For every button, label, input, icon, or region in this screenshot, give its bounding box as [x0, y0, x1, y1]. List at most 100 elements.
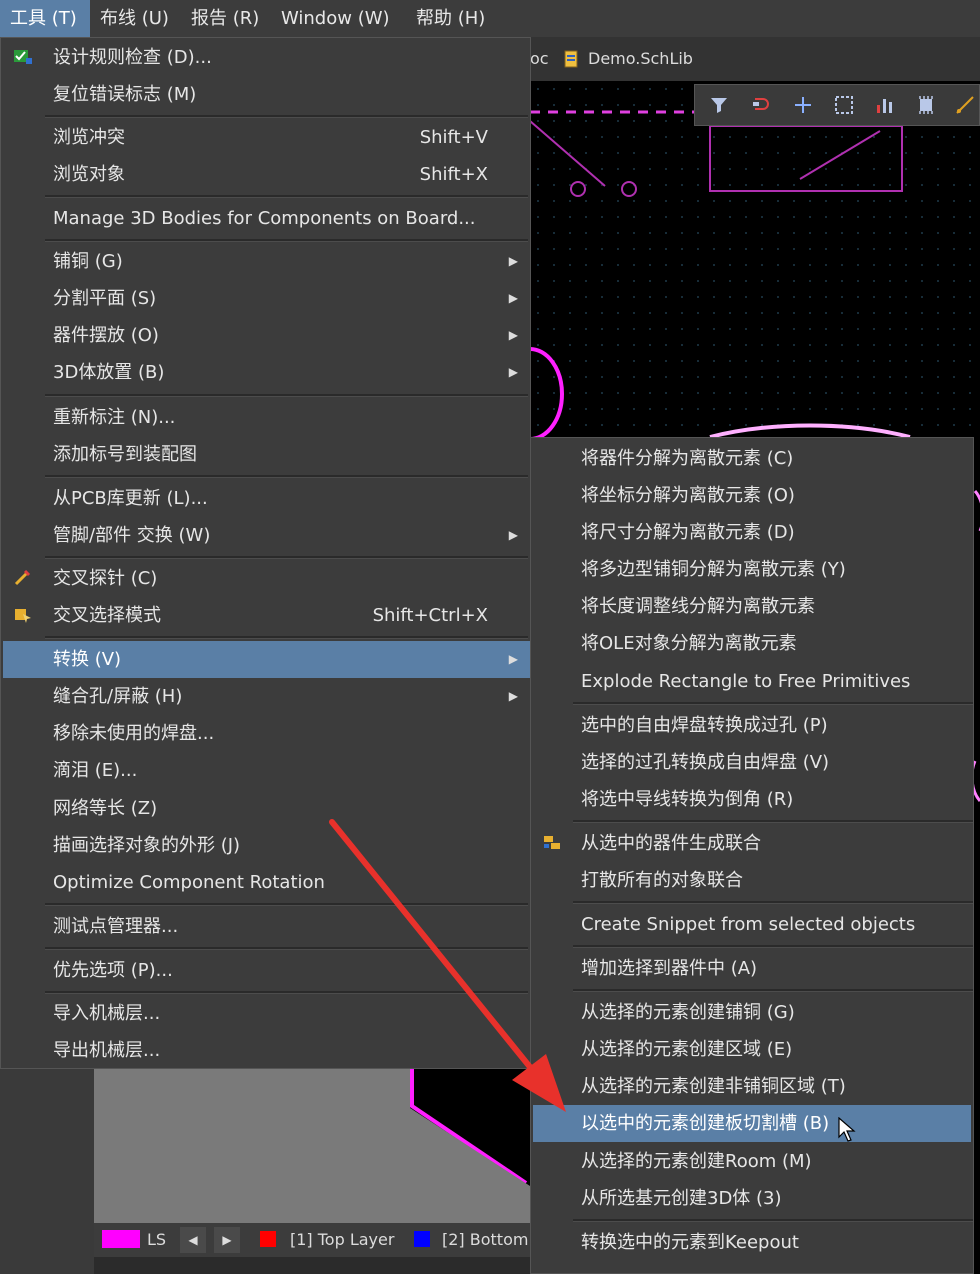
submenu-arrow-icon: ▶: [508, 365, 518, 379]
menu-item-label: 缝合孔/屏蔽 (H): [53, 686, 183, 707]
left-panel: [0, 1068, 94, 1274]
menu-item-label: 设计规则检查 (D)...: [53, 47, 212, 68]
submenu-item-create-region[interactable]: 从选择的元素创建区域 (E): [533, 1031, 971, 1068]
menu-item-pin-part-swapping[interactable]: 管脚/部件 交换 (W) ▶: [3, 517, 530, 554]
submenu-item-create-room[interactable]: 从选择的元素创建Room (M): [533, 1143, 971, 1180]
chart-icon[interactable]: [873, 93, 897, 117]
submenu-item-track-to-chamfer[interactable]: 将选中导线转换为倒角 (R): [533, 781, 971, 818]
menu-item-label: 管脚/部件 交换 (W): [53, 525, 211, 546]
menu-help[interactable]: 帮助 (H): [406, 0, 495, 37]
layer-tab-top[interactable]: [1] Top Layer: [290, 1223, 394, 1257]
submenu-arrow-icon: ▶: [508, 652, 518, 666]
submenu-item-label: 将选中导线转换为倒角 (R): [581, 789, 794, 810]
submenu-item-explode-dimension[interactable]: 将尺寸分解为离散元素 (D): [533, 514, 971, 551]
menu-item-label: 移除未使用的焊盘...: [53, 723, 215, 744]
menu-item-equalize-net-lengths[interactable]: 网络等长 (Z): [3, 790, 530, 827]
submenu-item-label: 选中的自由焊盘转换成过孔 (P): [581, 715, 828, 736]
doc-tab-partial[interactable]: oc: [530, 49, 549, 68]
menu-item-update-from-pcb-library[interactable]: 从PCB库更新 (L)...: [3, 480, 530, 517]
menu-item-label: 器件摆放 (O): [53, 325, 159, 346]
menu-item-label: 网络等长 (Z): [53, 798, 158, 819]
submenu-item-label: 从选中的器件生成联合: [581, 833, 761, 854]
menu-item-label: 浏览对象: [53, 164, 125, 185]
submenu-item-create-polygon-cutout[interactable]: 从选择的元素创建非铺铜区域 (T): [533, 1068, 971, 1105]
menu-route[interactable]: 布线 (U): [90, 0, 179, 37]
component-icon[interactable]: [914, 93, 938, 117]
submenu-item-add-to-component[interactable]: 增加选择到器件中 (A): [533, 950, 971, 987]
submenu-item-label: 转换选中的元素到Keepout: [581, 1232, 799, 1253]
menu-item-label: 重新标注 (N)...: [53, 407, 176, 428]
submenu-item-explode-coordinate[interactable]: 将坐标分解为离散元素 (O): [533, 477, 971, 514]
top-layer-color-swatch: [260, 1231, 276, 1247]
submenu-item-convert-to-keepout[interactable]: 转换选中的元素到Keepout: [533, 1224, 971, 1261]
submenu-separator: [573, 702, 973, 705]
menu-item-label: 优先选项 (P)...: [53, 960, 173, 981]
menu-item-import-mechanical-layers[interactable]: 导入机械层...: [3, 995, 530, 1032]
menu-item-label: 滴泪 (E)...: [53, 760, 138, 781]
menu-item-add-designators[interactable]: 添加标号到装配图: [3, 436, 530, 473]
menu-item-outline-selected-objects[interactable]: 描画选择对象的外形 (J): [3, 827, 530, 864]
doc-tab-schlib[interactable]: Demo.SchLib: [588, 49, 693, 68]
menu-item-preferences[interactable]: 优先选项 (P)...: [3, 952, 530, 989]
menu-reports[interactable]: 报告 (R): [181, 0, 269, 37]
menu-item-drc[interactable]: 设计规则检查 (D)...: [3, 39, 530, 76]
menu-item-export-mechanical-layers[interactable]: 导出机械层...: [3, 1032, 530, 1069]
submenu-item-explode-rectangle[interactable]: Explode Rectangle to Free Primitives: [533, 663, 971, 700]
menu-item-teardrops[interactable]: 滴泪 (E)...: [3, 752, 530, 789]
menu-item-split-planes[interactable]: 分割平面 (S) ▶: [3, 280, 530, 317]
menu-item-re-annotate[interactable]: 重新标注 (N)...: [3, 399, 530, 436]
menu-item-optimize-rotation[interactable]: Optimize Component Rotation: [3, 864, 530, 901]
filter-icon[interactable]: [707, 93, 731, 117]
menu-item-convert[interactable]: 转换 (V) ▶: [3, 641, 530, 678]
menu-item-label: 添加标号到装配图: [53, 444, 197, 465]
menu-item-3d-body-placement[interactable]: 3D体放置 (B) ▶: [3, 354, 530, 391]
submenu-item-label: 以选中的元素创建板切割槽 (B): [581, 1113, 830, 1134]
submenu-separator: [573, 989, 973, 992]
select-rect-icon[interactable]: [832, 93, 856, 117]
draw-icon[interactable]: [953, 93, 977, 117]
menu-item-reset-error-markers[interactable]: 复位错误标志 (M): [3, 76, 530, 113]
menu-item-testpoint-manager[interactable]: 测试点管理器...: [3, 908, 530, 945]
submenu-item-break-unions[interactable]: 打散所有的对象联合: [533, 862, 971, 899]
menu-item-cross-probe[interactable]: 交叉探针 (C): [3, 560, 530, 597]
submenu-item-create-union[interactable]: 从选中的器件生成联合: [533, 825, 971, 862]
submenu-item-explode-component[interactable]: 将器件分解为离散元素 (C): [533, 440, 971, 477]
submenu-item-explode-length-tuning[interactable]: 将长度调整线分解为离散元素: [533, 588, 971, 625]
ls-color-swatch[interactable]: [102, 1230, 140, 1248]
layer-prev-button[interactable]: ◀: [180, 1227, 206, 1253]
submenu-item-label: 从选择的元素创建铺铜 (G): [581, 1002, 795, 1023]
route-icon[interactable]: [749, 93, 773, 117]
menu-item-polygon-pours[interactable]: 铺铜 (G) ▶: [3, 243, 530, 280]
submenu-item-label: 从选择的元素创建Room (M): [581, 1151, 812, 1172]
submenu-item-label: 增加选择到器件中 (A): [581, 958, 758, 979]
submenu-item-label: 打散所有的对象联合: [581, 870, 743, 891]
convert-submenu: 将器件分解为离散元素 (C) 将坐标分解为离散元素 (O) 将尺寸分解为离散元素…: [530, 437, 974, 1274]
submenu-item-via-to-pad[interactable]: 选择的过孔转换成自由焊盘 (V): [533, 744, 971, 781]
menu-item-browse-objects[interactable]: 浏览对象 Shift+X: [3, 156, 530, 193]
menu-tools[interactable]: 工具 (T): [0, 0, 90, 37]
add-icon[interactable]: [791, 93, 815, 117]
menu-item-label: 描画选择对象的外形 (J): [53, 835, 241, 856]
submenu-item-create-snippet[interactable]: Create Snippet from selected objects: [533, 906, 971, 943]
submenu-item-create-board-cutout[interactable]: 以选中的元素创建板切割槽 (B): [533, 1105, 971, 1142]
submenu-item-create-polygon[interactable]: 从选择的元素创建铺铜 (G): [533, 994, 971, 1031]
menu-item-component-placement[interactable]: 器件摆放 (O) ▶: [3, 317, 530, 354]
menu-item-label: Manage 3D Bodies for Components on Board…: [53, 208, 476, 229]
submenu-item-label: Create Snippet from selected objects: [581, 914, 916, 935]
menu-item-label: 浏览冲突: [53, 127, 125, 148]
menu-item-remove-unused-pads[interactable]: 移除未使用的焊盘...: [3, 715, 530, 752]
menu-window[interactable]: Window (W): [271, 0, 400, 37]
submenu-item-explode-polygon[interactable]: 将多边型铺铜分解为离散元素 (Y): [533, 551, 971, 588]
menu-item-manage-3d-bodies[interactable]: Manage 3D Bodies for Components on Board…: [3, 200, 530, 237]
menu-item-browse-violations[interactable]: 浏览冲突 Shift+V: [3, 119, 530, 156]
menu-separator: [45, 195, 528, 198]
menu-item-via-stitching[interactable]: 缝合孔/屏蔽 (H) ▶: [3, 678, 530, 715]
submenu-item-explode-ole[interactable]: 将OLE对象分解为离散元素: [533, 625, 971, 662]
layer-tab-bottom[interactable]: [2] Bottom: [442, 1223, 528, 1257]
layer-next-button[interactable]: ▶: [214, 1227, 240, 1253]
submenu-separator: [573, 1219, 973, 1222]
submenu-item-create-3d-body[interactable]: 从所选基元创建3D体 (3): [533, 1180, 971, 1217]
menu-item-cross-select-mode[interactable]: 交叉选择模式 Shift+Ctrl+X: [3, 597, 530, 634]
submenu-item-pad-to-via[interactable]: 选中的自由焊盘转换成过孔 (P): [533, 707, 971, 744]
ls-label[interactable]: LS: [147, 1223, 166, 1257]
